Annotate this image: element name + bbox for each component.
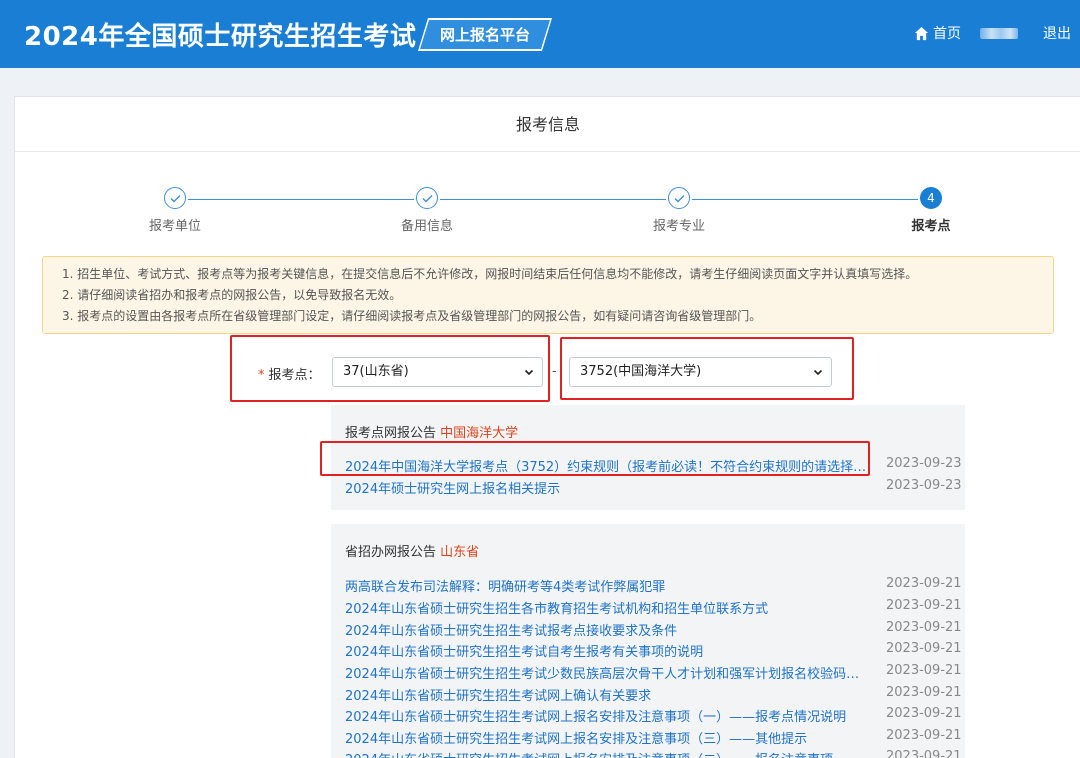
platform-badge: 网上报名平台 — [418, 18, 552, 51]
site-notice-date: 2023-09-23 — [886, 478, 962, 493]
notice-box: 1. 招生单位、考试方式、报考点等为报考关键信息，在提交信息后不允许修改，网报时… — [42, 256, 1054, 334]
logout-link[interactable]: 退出 — [1043, 23, 1071, 43]
province-notice-date: 2023-09-21 — [886, 706, 962, 721]
notice-line-3: 3. 报考点的设置由各报考点所在省级管理部门设定，请仔细阅读报考点及省级管理部门… — [62, 309, 762, 323]
card-title: 报考信息 — [15, 97, 1080, 152]
site-notice-heading: 报考点网报公告 中国海洋大学 — [345, 422, 518, 441]
province-notice-link[interactable]: 2024年山东省硕士研究生招生考试少数民族高层次骨干人才计划和强军计划报名校验码… — [345, 663, 867, 682]
step-label-2: 备用信息 — [400, 219, 453, 234]
province-notice-link[interactable]: 2024年山东省硕士研究生招生考试报考点接收要求及条件 — [345, 620, 867, 639]
step-connector — [440, 199, 666, 200]
province-notice-link[interactable]: 2024年山东省硕士研究生招生考试网上报名安排及注意事项（二）——报名注意事项 — [345, 749, 867, 758]
province-notice-date: 2023-09-21 — [886, 576, 962, 591]
annotation-box-province — [230, 335, 550, 402]
province-notice-link[interactable]: 2024年山东省硕士研究生招生考试网上确认有关要求 — [345, 685, 867, 704]
province-notice-heading-text: 省招办网报公告 — [345, 545, 437, 560]
step-label-1: 报考单位 — [148, 219, 201, 234]
province-notice-date: 2023-09-21 — [886, 663, 962, 678]
step-4-number: 4 — [920, 187, 942, 209]
annotation-box-site — [560, 337, 854, 400]
platform-label: 网上报名平台 — [439, 26, 530, 44]
home-label: 首页 — [933, 26, 961, 42]
top-header: 2024年全国硕士研究生招生考试 网上报名平台 首页 退出 — [0, 0, 1080, 68]
step-label-3: 报考专业 — [652, 219, 705, 234]
site-notice-heading-text: 报考点网报公告 — [345, 426, 437, 441]
province-notice-heading: 省招办网报公告 山东省 — [345, 541, 479, 560]
step-3-check-icon — [668, 187, 690, 209]
province-notice-date: 2023-09-21 — [886, 728, 962, 743]
province-notice-date: 2023-09-21 — [886, 641, 962, 656]
province-notice-date: 2023-09-21 — [886, 620, 962, 635]
page-title: 2024年全国硕士研究生招生考试 — [24, 22, 417, 52]
home-link[interactable]: 首页 — [914, 23, 961, 43]
step-1-check-icon — [164, 187, 186, 209]
province-notice-date: 2023-09-21 — [886, 598, 962, 613]
province-notice-link[interactable]: 两高联合发布司法解释：明确研考等4类考试作弊属犯罪 — [345, 576, 867, 595]
site-notice-date: 2023-09-23 — [886, 456, 962, 471]
notice-line-2: 2. 请仔细阅读省招办和报考点的网报公告，以免导致报名无效。 — [62, 288, 402, 302]
select-separator: - — [552, 364, 557, 379]
step-connector — [692, 199, 918, 200]
notice-line-1: 1. 招生单位、考试方式、报考点等为报考关键信息，在提交信息后不允许修改，网报时… — [62, 267, 918, 281]
province-notice-heading-province: 山东省 — [440, 545, 480, 560]
province-notice-link[interactable]: 2024年山东省硕士研究生招生考试网上报名安排及注意事项（三）——其他提示 — [345, 728, 867, 747]
site-notice-heading-school: 中国海洋大学 — [440, 426, 519, 441]
province-notice-date: 2023-09-21 — [886, 749, 962, 758]
site-notice-link[interactable]: 2024年硕士研究生网上报名相关提示 — [345, 478, 867, 497]
step-2-check-icon — [416, 187, 438, 209]
home-icon — [914, 26, 929, 40]
province-notice-link[interactable]: 2024年山东省硕士研究生招生考试网上报名安排及注意事项（一）——报考点情况说明 — [345, 706, 867, 725]
province-notice-date: 2023-09-21 — [886, 685, 962, 700]
province-notice-link[interactable]: 2024年山东省硕士研究生招生考试自考生报考有关事项的说明 — [345, 641, 867, 660]
step-connector — [188, 199, 414, 200]
user-name-redacted — [980, 28, 1018, 39]
step-label-4: 报考点 — [911, 219, 951, 234]
province-notice-panel: 省招办网报公告 山东省 两高联合发布司法解释：明确研考等4类考试作弊属犯罪 20… — [331, 524, 965, 758]
province-notice-link[interactable]: 2024年山东省硕士研究生招生各市教育招生考试机构和招生单位联系方式 — [345, 598, 867, 617]
annotation-box-notice — [320, 441, 870, 476]
